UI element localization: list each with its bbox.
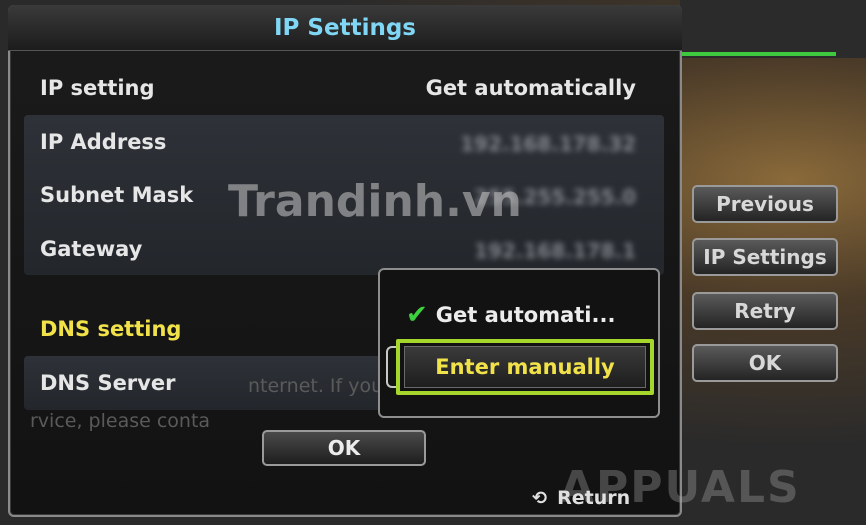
ip-setting-value[interactable]: Get automatically: [426, 76, 636, 100]
ip-settings-button[interactable]: IP Settings: [692, 238, 838, 276]
ip-address-value[interactable]: 192.168.178.32: [460, 132, 636, 156]
background-panel: [680, 0, 866, 58]
option-get-automatically-label: Get automati...: [435, 303, 616, 327]
subnet-mask-label: Subnet Mask: [40, 183, 194, 207]
option-get-automatically[interactable]: ✔ Get automati...: [406, 300, 615, 330]
site-watermark: Trandinh.vn: [228, 176, 522, 227]
dns-server-label: DNS Server: [40, 371, 176, 395]
status-progress-line: [682, 52, 836, 56]
dialog-title: IP Settings: [8, 5, 682, 51]
ip-address-label: IP Address: [40, 130, 167, 154]
gateway-value[interactable]: 192.168.178.1: [474, 239, 636, 263]
return-arrow-icon: ⟲: [532, 487, 548, 509]
ip-setting-label: IP setting: [40, 76, 155, 100]
retry-button[interactable]: Retry: [692, 292, 838, 330]
dns-setting-label[interactable]: DNS setting: [40, 317, 181, 341]
return-label: Return: [557, 487, 631, 509]
return-button[interactable]: ⟲ Return: [532, 487, 630, 509]
background-message-line2: rvice, please conta: [30, 410, 211, 432]
gateway-label: Gateway: [40, 237, 143, 261]
previous-button[interactable]: Previous: [692, 185, 838, 223]
side-ok-button[interactable]: OK: [692, 344, 838, 382]
dialog-ok-button[interactable]: OK: [262, 430, 426, 466]
checkmark-icon: ✔: [406, 300, 428, 330]
enter-manually-highlight: [396, 339, 654, 395]
